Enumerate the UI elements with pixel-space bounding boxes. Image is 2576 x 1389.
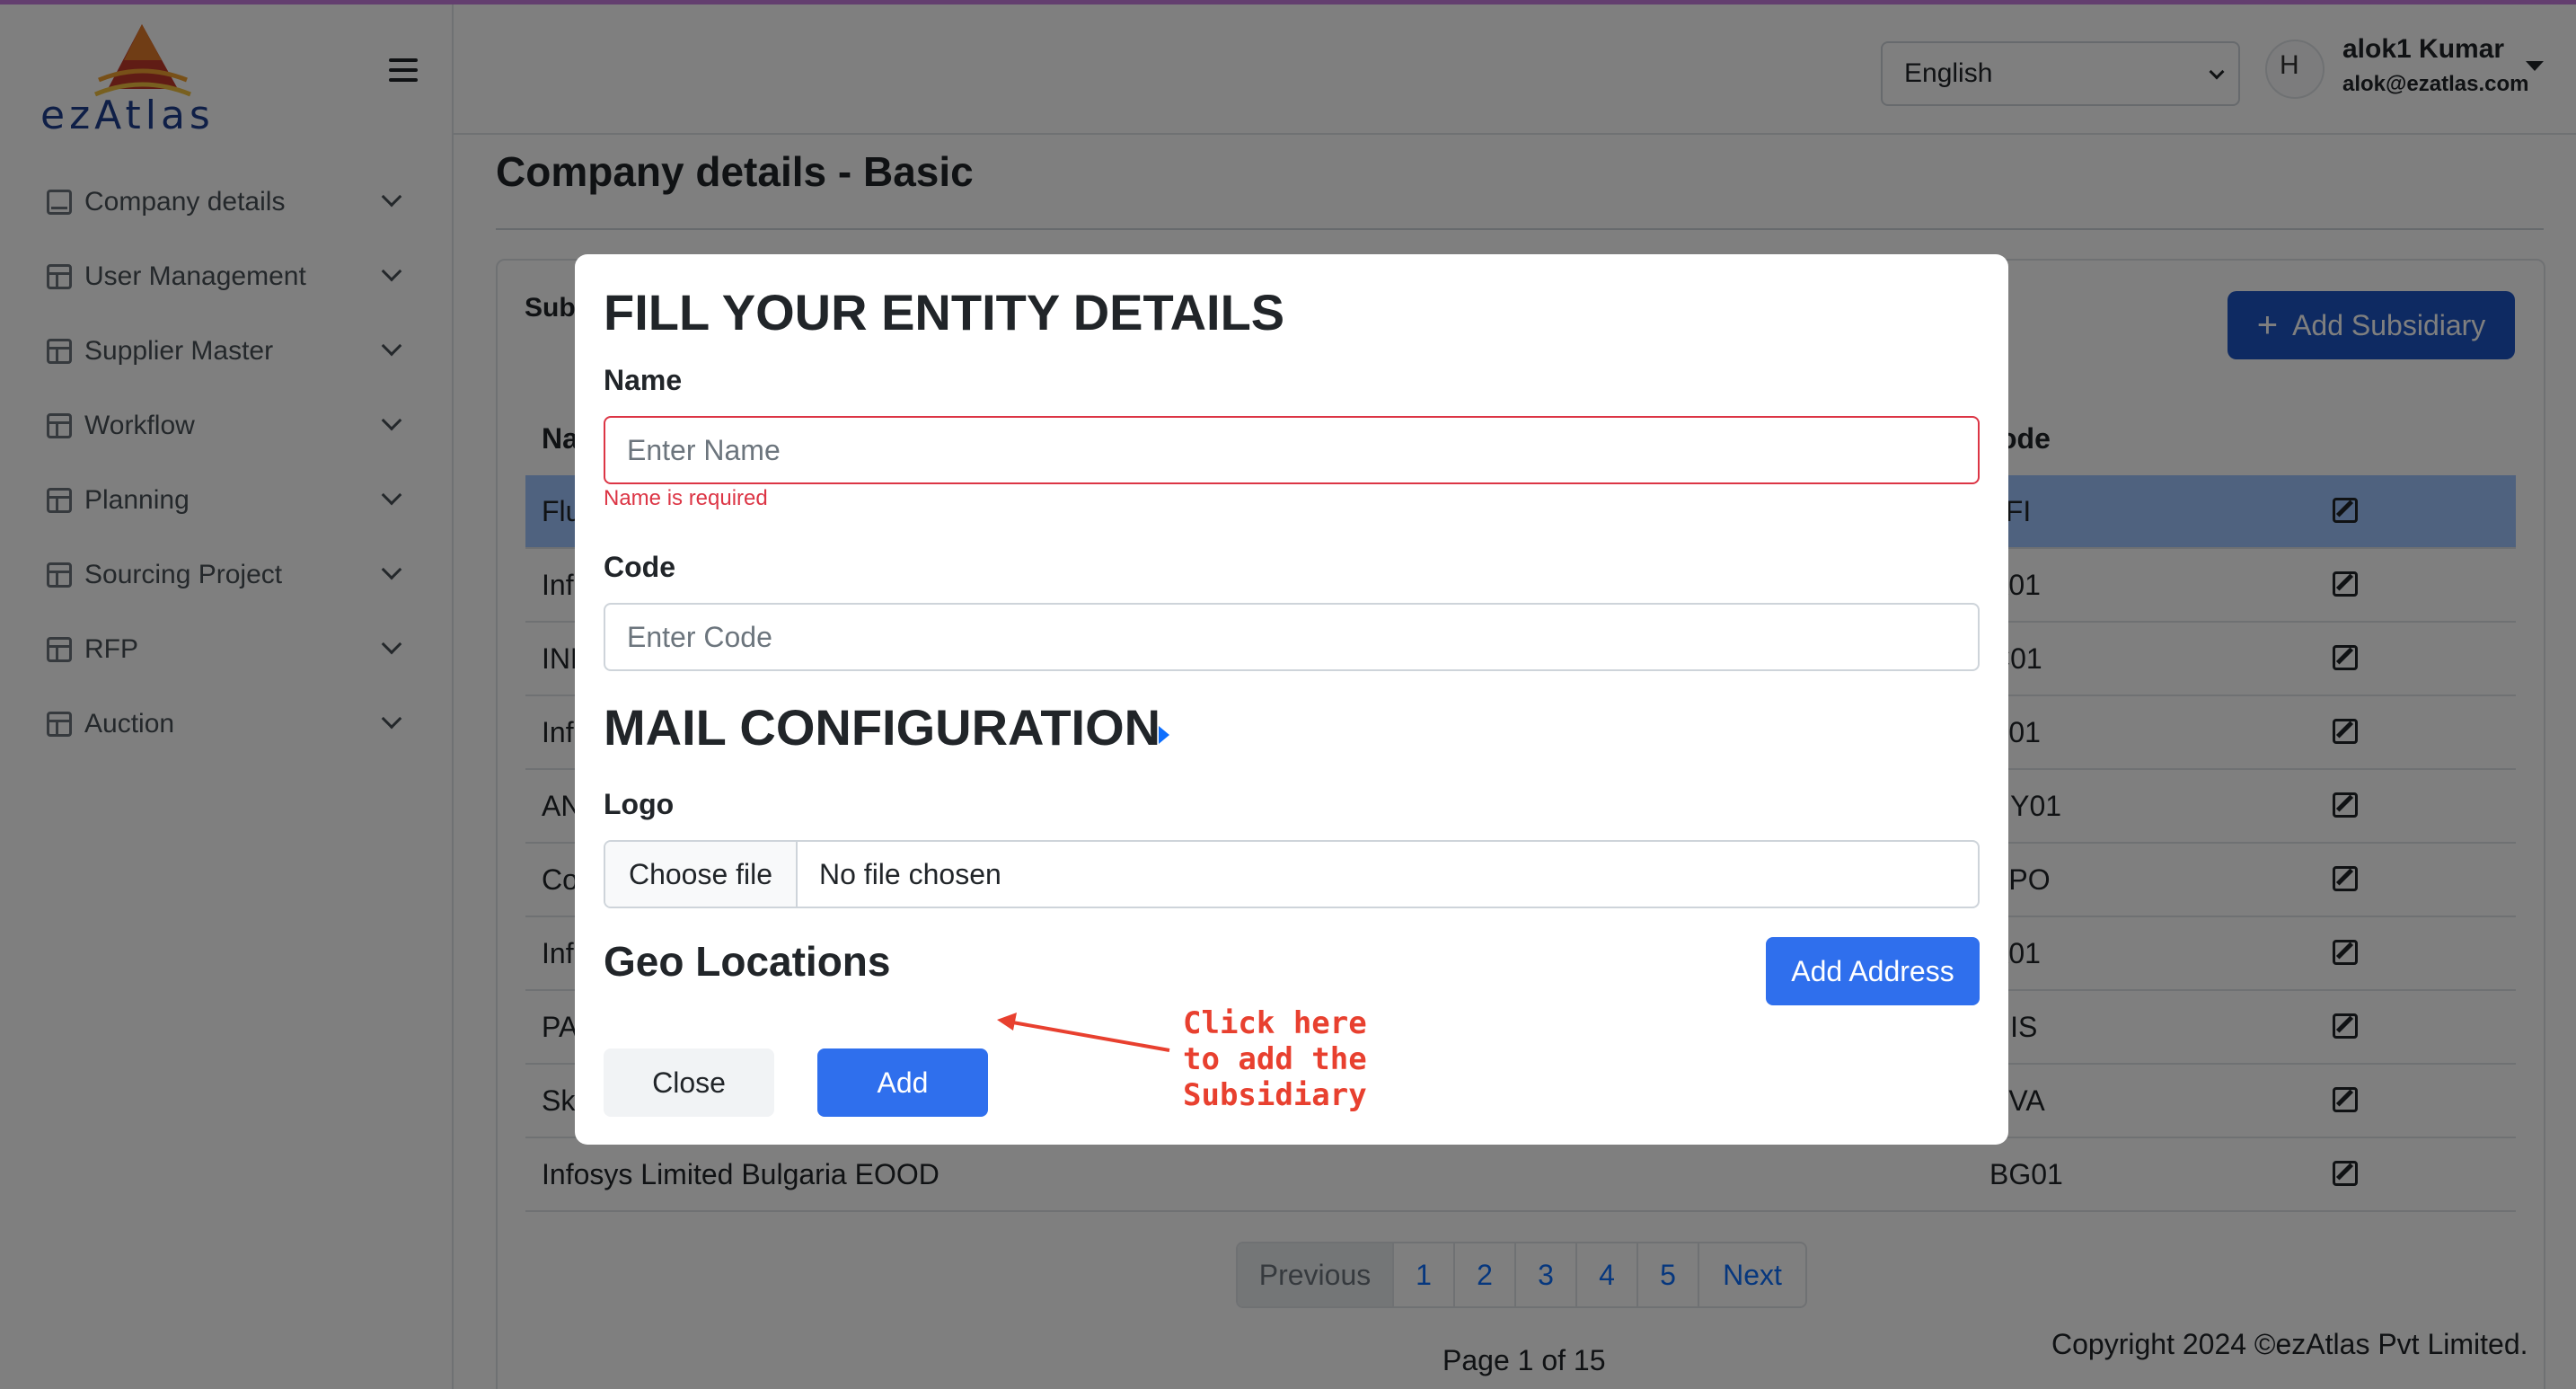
annotation-line-1: Click here — [1183, 1005, 1367, 1041]
annotation-arrow-icon — [997, 1013, 1170, 1052]
code-input[interactable]: Enter Code — [604, 603, 1980, 671]
code-label: Code — [604, 551, 675, 583]
file-name-text: No file chosen — [819, 857, 1001, 890]
annotation-line-3: Subsidiary — [1183, 1077, 1367, 1113]
annotation-line-2: to add the — [1183, 1041, 1367, 1077]
choose-file-button[interactable]: Choose file — [605, 842, 798, 907]
name-input[interactable]: Enter Name — [604, 416, 1980, 484]
name-label: Name — [604, 364, 683, 396]
modal-title: FILL YOUR ENTITY DETAILS — [604, 284, 1285, 341]
add-address-button[interactable]: Add Address — [1766, 937, 1980, 1005]
mail-configuration-title[interactable]: MAIL CONFIGURATION — [604, 698, 1160, 756]
caret-right-icon[interactable] — [1159, 726, 1169, 744]
name-error-message: Name is required — [604, 486, 768, 510]
close-button[interactable]: Close — [604, 1048, 774, 1117]
code-input-placeholder: Enter Code — [627, 620, 772, 653]
entity-details-modal: FILL YOUR ENTITY DETAILS Name Enter Name… — [575, 254, 2008, 1145]
geo-locations-title: Geo Locations — [604, 938, 891, 985]
add-button[interactable]: Add — [817, 1048, 988, 1117]
name-input-placeholder: Enter Name — [627, 433, 781, 466]
annotation-text: Click here to add the Subsidiary — [1183, 1005, 1367, 1113]
logo-file-input[interactable]: Choose file No file chosen — [604, 840, 1980, 908]
logo-label: Logo — [604, 788, 675, 820]
